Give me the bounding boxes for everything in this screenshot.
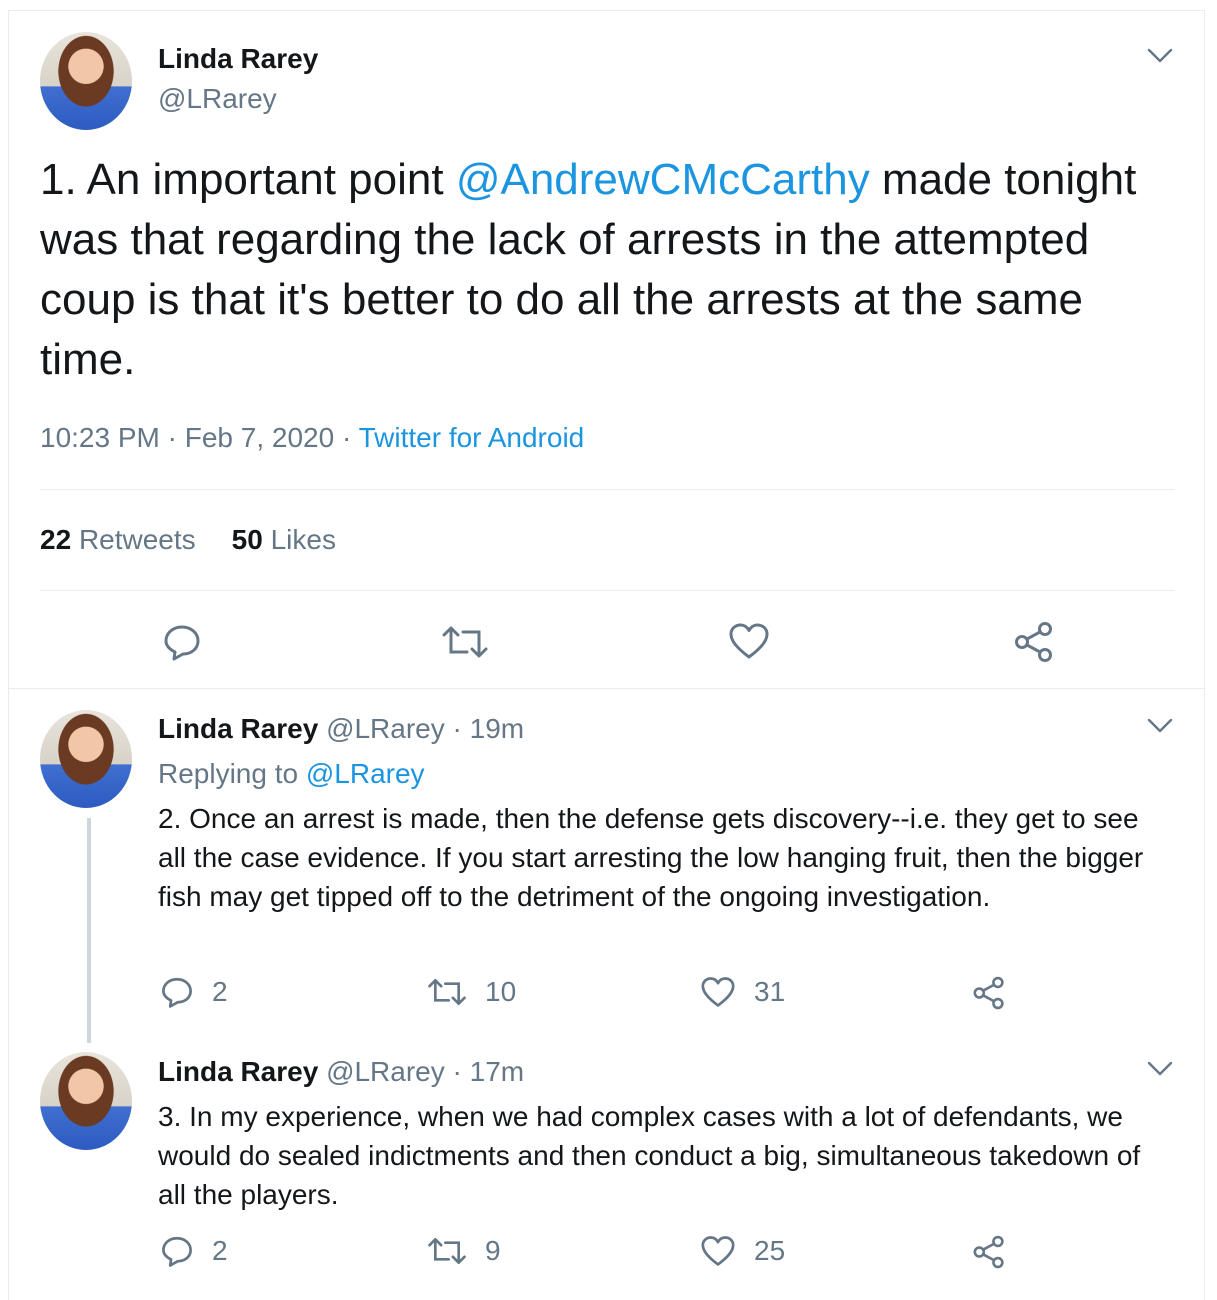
reply-action[interactable]: 2 bbox=[160, 1234, 228, 1268]
tweet-date[interactable]: Feb 7, 2020 bbox=[185, 422, 334, 453]
like-icon bbox=[701, 1236, 735, 1266]
retweets-stat[interactable]: 22 Retweets bbox=[40, 524, 196, 555]
share-icon[interactable] bbox=[972, 1235, 1006, 1269]
author-handle[interactable]: @LRarey bbox=[158, 83, 277, 115]
separator: · bbox=[444, 1056, 470, 1087]
separator: · bbox=[334, 422, 359, 453]
author-name[interactable]: Linda Rarey bbox=[158, 43, 318, 75]
retweet-action[interactable]: 9 bbox=[427, 1235, 501, 1267]
tweet-time[interactable]: 10:23 PM bbox=[40, 422, 160, 453]
divider bbox=[40, 590, 1175, 591]
retweet-action[interactable]: 10 bbox=[427, 976, 516, 1008]
retweets-label: Retweets bbox=[78, 524, 196, 555]
share-icon[interactable] bbox=[1013, 621, 1055, 663]
reply-icon bbox=[162, 1236, 192, 1267]
reply-header: Linda Rarey @LRarey · 19m bbox=[158, 713, 524, 745]
tweet-text: 1. An important point @AndrewCMcCarthy m… bbox=[40, 150, 1190, 390]
tweet-text-before: 1. An important point bbox=[40, 155, 456, 204]
avatar[interactable] bbox=[40, 1052, 132, 1150]
reply-action[interactable]: 2 bbox=[160, 975, 228, 1009]
like-action[interactable]: 31 bbox=[700, 976, 785, 1008]
share-icon[interactable] bbox=[972, 976, 1006, 1010]
tweet-age[interactable]: 17m bbox=[470, 1056, 524, 1087]
tweet-age[interactable]: 19m bbox=[470, 713, 524, 744]
chevron-down-icon[interactable] bbox=[1146, 46, 1174, 66]
chevron-down-icon[interactable] bbox=[1146, 716, 1174, 736]
separator: · bbox=[444, 713, 470, 744]
like-count: 25 bbox=[754, 1235, 786, 1266]
likes-count: 50 bbox=[231, 524, 263, 555]
retweet-count: 10 bbox=[485, 976, 517, 1007]
replying-mention[interactable]: @LRarey bbox=[306, 758, 425, 789]
avatar[interactable] bbox=[40, 710, 132, 808]
retweet-count: 9 bbox=[485, 1235, 501, 1266]
divider bbox=[8, 688, 1205, 689]
like-action[interactable]: 25 bbox=[700, 1235, 785, 1267]
author-handle[interactable]: @LRarey bbox=[326, 1056, 445, 1087]
tweet-meta: 10:23 PM · Feb 7, 2020 · Twitter for And… bbox=[40, 422, 584, 454]
replying-label: Replying to bbox=[158, 758, 306, 789]
thread-connector bbox=[87, 818, 91, 1043]
reply-text: 3. In my experience, when we had complex… bbox=[158, 1101, 1141, 1210]
likes-stat[interactable]: 50 Likes bbox=[232, 524, 336, 555]
likes-label: Likes bbox=[270, 524, 336, 555]
reply-count: 2 bbox=[212, 976, 228, 1007]
author-name[interactable]: Linda Rarey bbox=[158, 1056, 318, 1087]
like-count: 31 bbox=[754, 976, 786, 1007]
reply-header: Linda Rarey @LRarey · 17m bbox=[158, 1056, 524, 1088]
tweet-source[interactable]: Twitter for Android bbox=[359, 422, 585, 453]
like-icon bbox=[701, 977, 735, 1007]
retweets-count: 22 bbox=[40, 524, 72, 555]
avatar[interactable] bbox=[40, 32, 132, 130]
mention-link[interactable]: @AndrewCMcCarthy bbox=[456, 155, 870, 204]
chevron-down-icon[interactable] bbox=[1146, 1059, 1174, 1079]
divider bbox=[40, 489, 1175, 490]
retweet-icon[interactable] bbox=[441, 624, 489, 660]
retweet-icon bbox=[428, 1238, 466, 1264]
like-icon[interactable] bbox=[728, 622, 770, 660]
reply-count: 2 bbox=[212, 1235, 228, 1266]
author-handle[interactable]: @LRarey bbox=[326, 713, 445, 744]
retweet-icon bbox=[428, 979, 466, 1005]
reply-icon bbox=[162, 977, 192, 1008]
tweet-stats: 22 Retweets 50 Likes bbox=[40, 524, 336, 556]
reply-icon[interactable] bbox=[162, 622, 202, 662]
author-name[interactable]: Linda Rarey bbox=[158, 713, 318, 744]
separator: · bbox=[159, 422, 185, 453]
reply-text: 2. Once an arrest is made, then the defe… bbox=[158, 803, 1144, 912]
replying-to: Replying to @LRarey bbox=[158, 758, 425, 790]
